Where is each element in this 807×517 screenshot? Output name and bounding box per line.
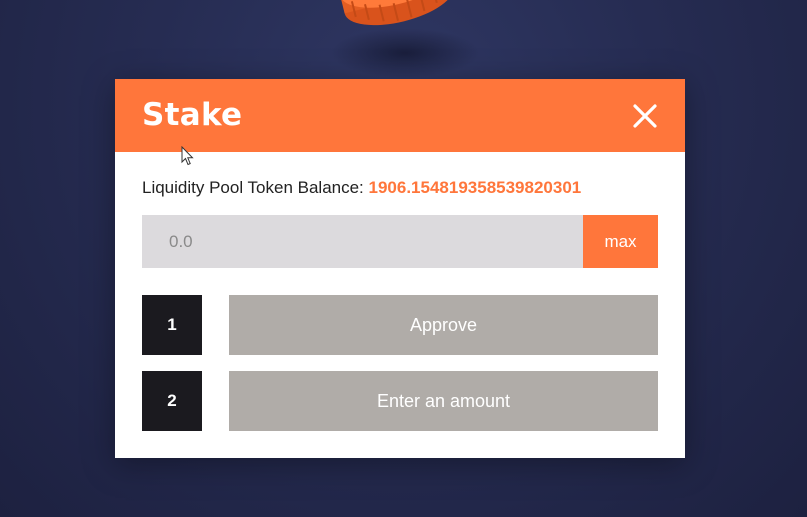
modal-title: Stake: [142, 97, 243, 133]
balance-label: Liquidity Pool Token Balance:: [142, 178, 369, 197]
mouse-pointer-icon: [181, 146, 194, 166]
approve-button[interactable]: Approve: [229, 295, 658, 355]
amount-input[interactable]: [142, 215, 583, 268]
stake-modal: Stake Liquidity Pool Token Balance: 1906…: [115, 79, 685, 458]
modal-header: Stake: [115, 79, 685, 152]
max-button[interactable]: max: [583, 215, 658, 268]
step-number-1: 1: [142, 295, 202, 355]
balance-value: 1906.154819358539820301: [368, 178, 582, 197]
step-number-2: 2: [142, 371, 202, 431]
close-button[interactable]: [629, 100, 661, 132]
close-icon: [633, 104, 657, 128]
enter-amount-button[interactable]: Enter an amount: [229, 371, 658, 431]
balance-row: Liquidity Pool Token Balance: 1906.15481…: [142, 178, 581, 198]
